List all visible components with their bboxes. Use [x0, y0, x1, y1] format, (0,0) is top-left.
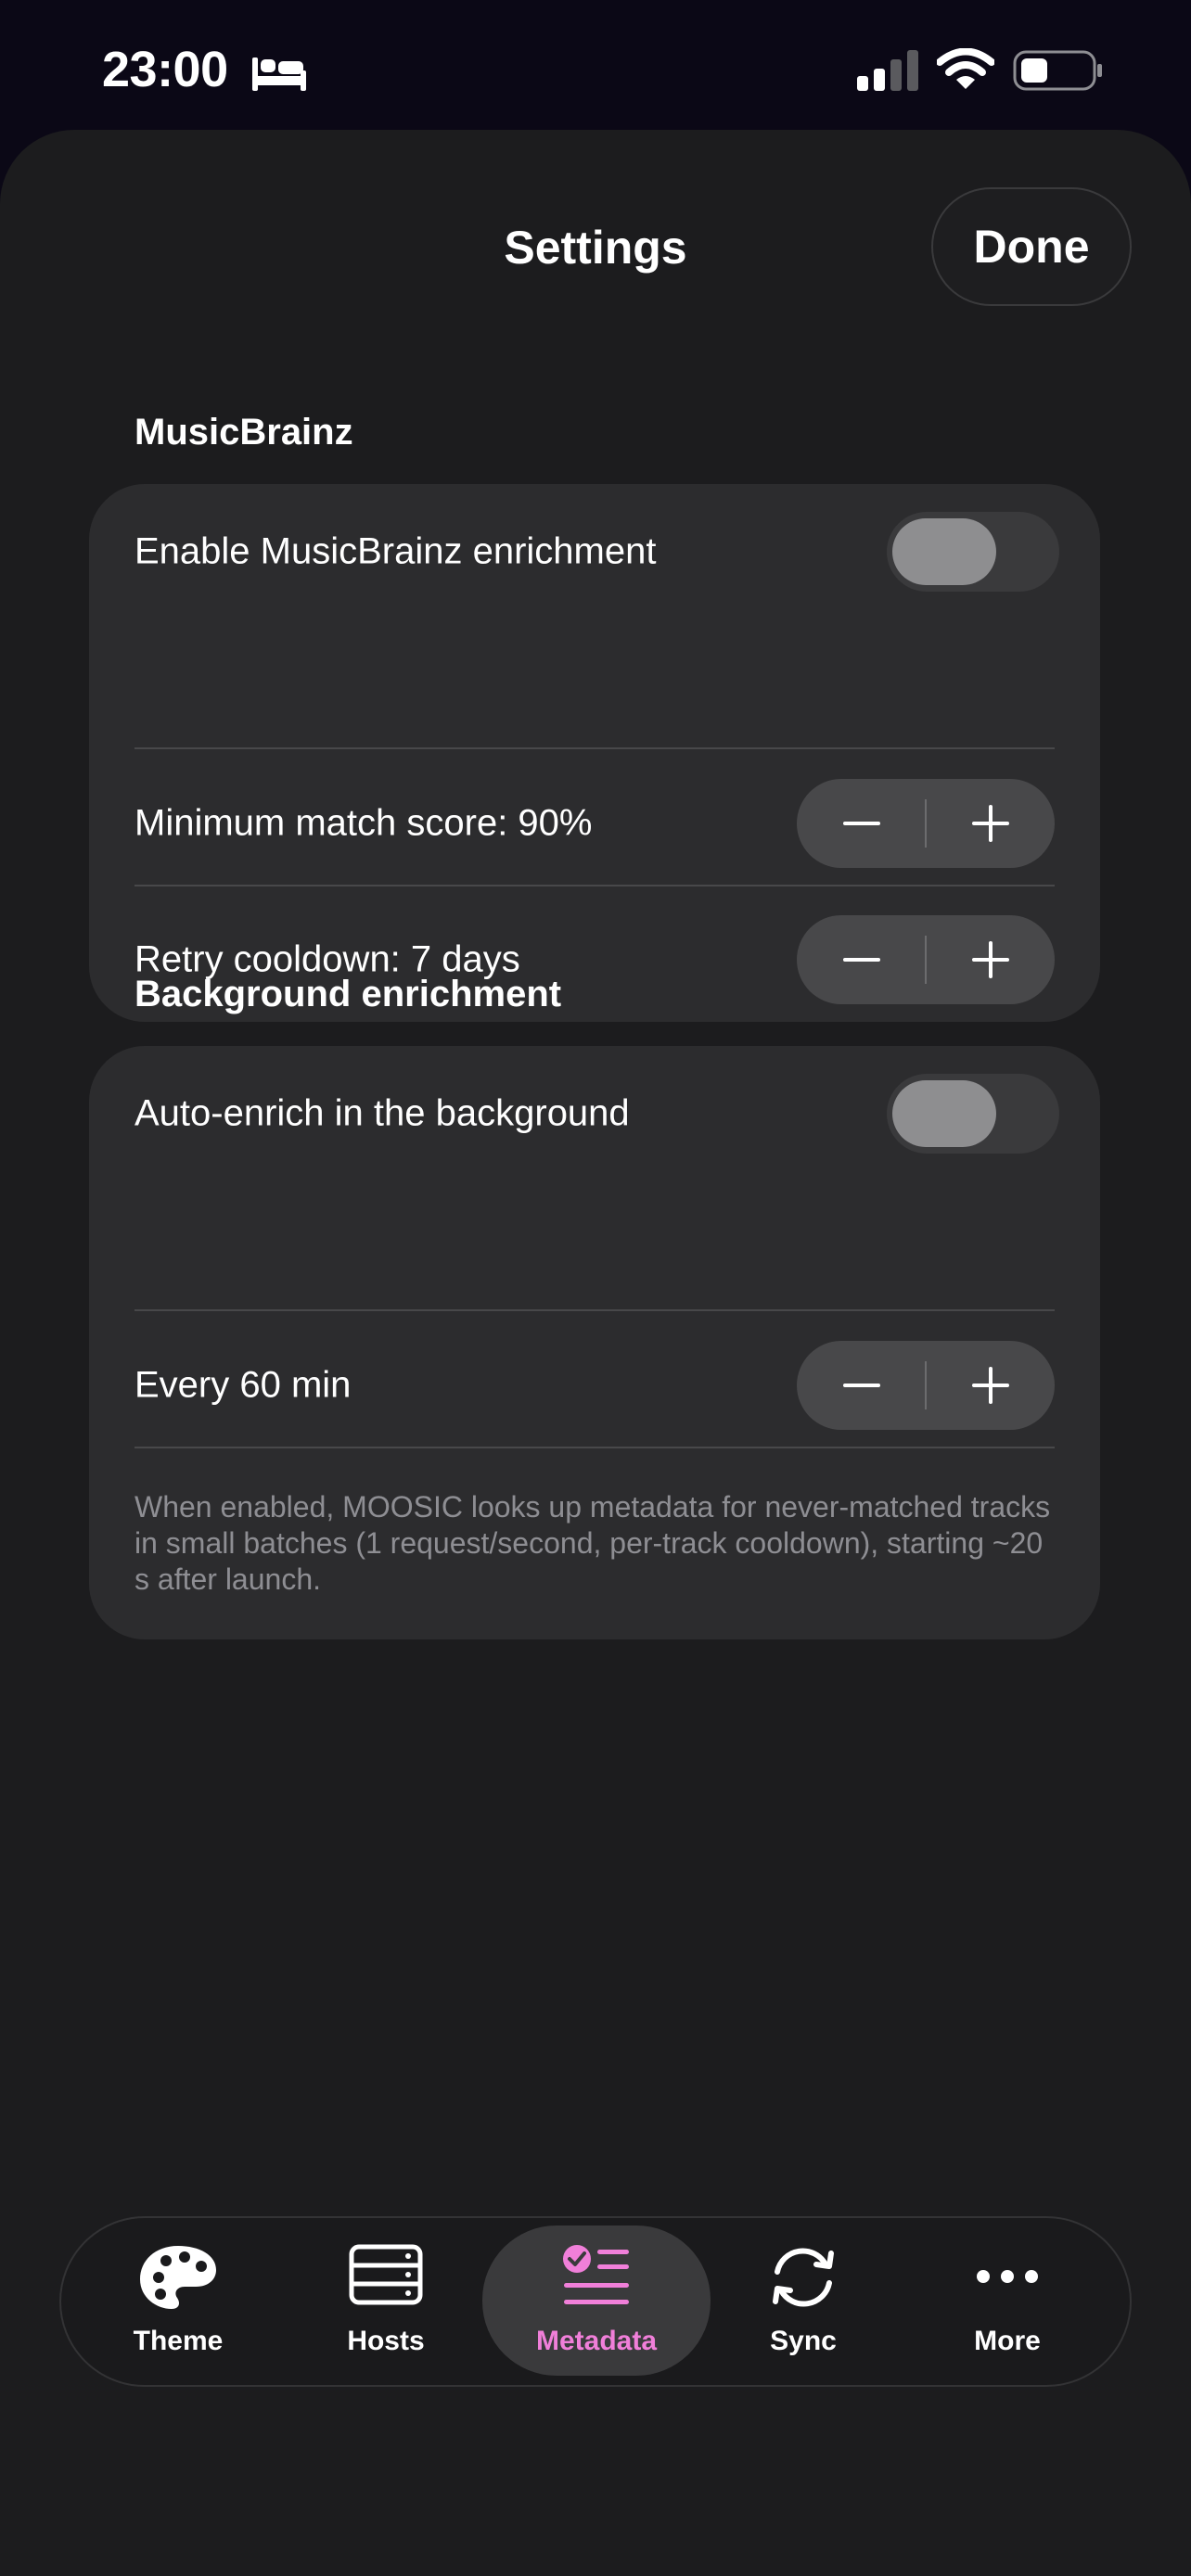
- interval-stepper: [797, 1341, 1055, 1430]
- divider: [134, 1309, 1055, 1311]
- bed-icon: [252, 57, 306, 91]
- settings-sheet: Settings Done MusicBrainz Enable MusicBr…: [0, 130, 1191, 2576]
- minus-icon: [842, 958, 880, 962]
- interval-row: Every 60 min: [89, 1318, 1100, 1453]
- enable-musicbrainz-label: Enable MusicBrainz enrichment: [134, 530, 657, 572]
- tab-sync-label: Sync: [770, 2326, 837, 2356]
- more-icon: [977, 2270, 1038, 2283]
- tab-sync[interactable]: Sync: [711, 2218, 896, 2385]
- auto-enrich-toggle[interactable]: [887, 1074, 1059, 1154]
- tab-more-label: More: [974, 2326, 1041, 2356]
- background-footnote: When enabled, MOOSIC looks up metadata f…: [134, 1490, 1051, 1596]
- server-icon: [349, 2244, 423, 2305]
- divider: [134, 1447, 1055, 1448]
- tab-theme[interactable]: Theme: [85, 2218, 271, 2385]
- enable-musicbrainz-toggle[interactable]: [887, 512, 1059, 592]
- min-score-label: Minimum match score: 90%: [134, 802, 593, 844]
- min-score-decrement-button[interactable]: [797, 779, 926, 868]
- divider: [134, 747, 1055, 749]
- interval-decrement-button[interactable]: [797, 1341, 926, 1430]
- status-bar: 23:00: [0, 0, 1191, 130]
- sync-icon: [773, 2248, 834, 2307]
- background-card: Auto-enrich in the background Every 60 m…: [89, 1046, 1100, 1639]
- enable-musicbrainz-row: Enable MusicBrainz enrichment: [89, 484, 1100, 619]
- auto-enrich-row: Auto-enrich in the background: [89, 1046, 1100, 1181]
- tab-hosts[interactable]: Hosts: [293, 2218, 479, 2385]
- auto-enrich-label: Auto-enrich in the background: [134, 1092, 630, 1134]
- toggle-knob: [892, 1080, 996, 1147]
- background-section-title: Background enrichment: [134, 974, 562, 1014]
- retry-cooldown-increment-button[interactable]: [926, 915, 1055, 1004]
- tab-more[interactable]: More: [915, 2218, 1100, 2385]
- musicbrainz-card: Enable MusicBrainz enrichment Minimum ma…: [89, 484, 1100, 1022]
- min-score-stepper: [797, 779, 1055, 868]
- plus-icon: [971, 941, 1009, 978]
- min-score-row: Minimum match score: 90%: [89, 756, 1100, 891]
- tab-hosts-label: Hosts: [347, 2326, 425, 2356]
- tab-bar: Theme Hosts Metadata Sync More: [59, 2216, 1132, 2387]
- palette-icon: [140, 2246, 216, 2309]
- divider: [134, 885, 1055, 886]
- min-score-increment-button[interactable]: [926, 779, 1055, 868]
- toggle-knob: [892, 518, 996, 585]
- checklist-icon: [563, 2245, 629, 2304]
- plus-icon: [971, 1367, 1009, 1404]
- wifi-icon: [937, 48, 994, 89]
- plus-icon: [971, 805, 1009, 842]
- retry-cooldown-decrement-button[interactable]: [797, 915, 926, 1004]
- done-button[interactable]: Done: [931, 187, 1132, 306]
- cellular-signal-icon: [857, 50, 918, 91]
- minus-icon: [842, 822, 880, 825]
- minus-icon: [842, 1384, 880, 1387]
- musicbrainz-section-title: MusicBrainz: [134, 412, 353, 453]
- interval-increment-button[interactable]: [926, 1341, 1055, 1430]
- interval-label: Every 60 min: [134, 1364, 352, 1406]
- battery-icon: [1013, 50, 1102, 91]
- tab-theme-label: Theme: [133, 2326, 224, 2356]
- tab-metadata[interactable]: Metadata: [482, 2218, 711, 2385]
- status-time: 23:00: [102, 42, 228, 97]
- retry-cooldown-stepper: [797, 915, 1055, 1004]
- tab-metadata-label: Metadata: [535, 2326, 658, 2356]
